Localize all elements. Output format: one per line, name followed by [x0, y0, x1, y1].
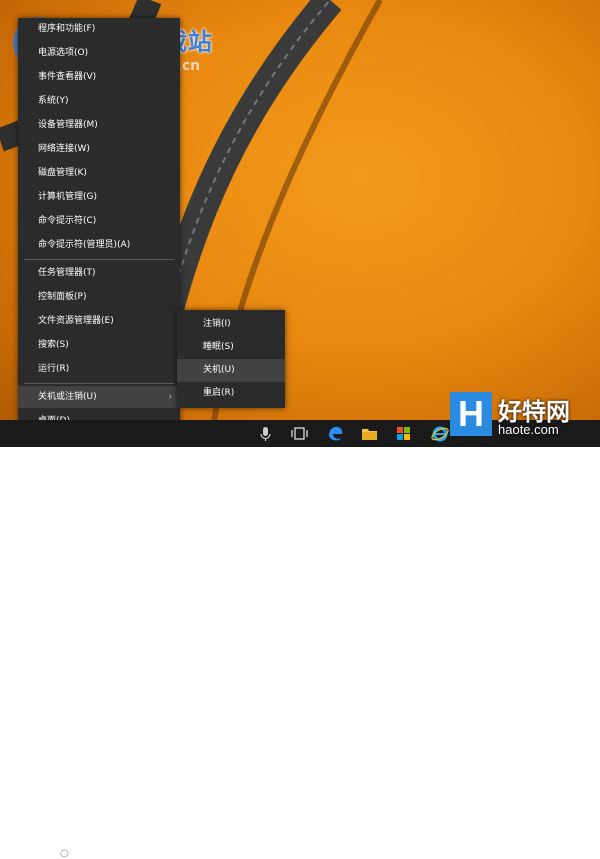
menu-item-command-prompt-admin[interactable]: 命令提示符(管理员)(A) — [18, 234, 180, 256]
menu-item-network-connections[interactable]: 网络连接(W) — [18, 138, 180, 160]
task-view-icon[interactable] — [290, 424, 309, 443]
menu-separator — [24, 259, 174, 260]
shutdown-submenu: 注销(I) 睡眠(S) 关机(U) 重启(R) — [177, 310, 285, 408]
menu-item-computer-management[interactable]: 计算机管理(G) — [18, 186, 180, 208]
menu-item-system[interactable]: 系统(Y) — [18, 90, 180, 112]
file-explorer-icon[interactable] — [360, 424, 379, 443]
store-icon[interactable] — [394, 424, 413, 443]
edge-browser-icon[interactable] — [326, 424, 345, 443]
menu-item-power-options[interactable]: 电源选项(O) — [18, 42, 180, 64]
menu-item-shutdown-signout[interactable]: 关机或注销(U) › — [18, 386, 180, 408]
menu-item-search[interactable]: 搜索(S) — [18, 334, 180, 356]
submenu-item-sign-out[interactable]: 注销(I) — [177, 313, 285, 336]
menu-item-run[interactable]: 运行(R) — [18, 358, 180, 380]
haote-brand-watermark: H 好特网 haote.com — [450, 392, 598, 446]
menu-item-file-explorer[interactable]: 文件资源管理器(E) — [18, 310, 180, 332]
brand-url: haote.com — [498, 422, 559, 437]
microphone-icon[interactable] — [256, 424, 275, 443]
internet-explorer-icon[interactable] — [430, 424, 449, 443]
submenu-arrow-icon: › — [168, 392, 172, 401]
menu-separator — [24, 383, 174, 384]
brand-logo-icon: H — [450, 392, 492, 436]
submenu-item-restart[interactable]: 重启(R) — [177, 382, 285, 405]
submenu-item-shut-down[interactable]: 关机(U) — [177, 359, 285, 382]
menu-item-programs-features[interactable]: 程序和功能(F) — [18, 18, 180, 40]
menu-item-command-prompt[interactable]: 命令提示符(C) — [18, 210, 180, 232]
menu-item-task-manager[interactable]: 任务管理器(T) — [18, 262, 180, 284]
menu-item-device-manager[interactable]: 设备管理器(M) — [18, 114, 180, 136]
menu-item-disk-management[interactable]: 磁盘管理(K) — [18, 162, 180, 184]
submenu-item-sleep[interactable]: 睡眠(S) — [177, 336, 285, 359]
winx-context-menu: 程序和功能(F) 电源选项(O) 事件查看器(V) 系统(Y) 设备管理器(M)… — [18, 18, 180, 438]
taskbar-search-circle-icon[interactable]: ○ — [60, 848, 69, 859]
menu-item-event-viewer[interactable]: 事件查看器(V) — [18, 66, 180, 88]
menu-item-control-panel[interactable]: 控制面板(P) — [18, 286, 180, 308]
menu-item-label: 关机或注销(U) — [38, 392, 97, 402]
